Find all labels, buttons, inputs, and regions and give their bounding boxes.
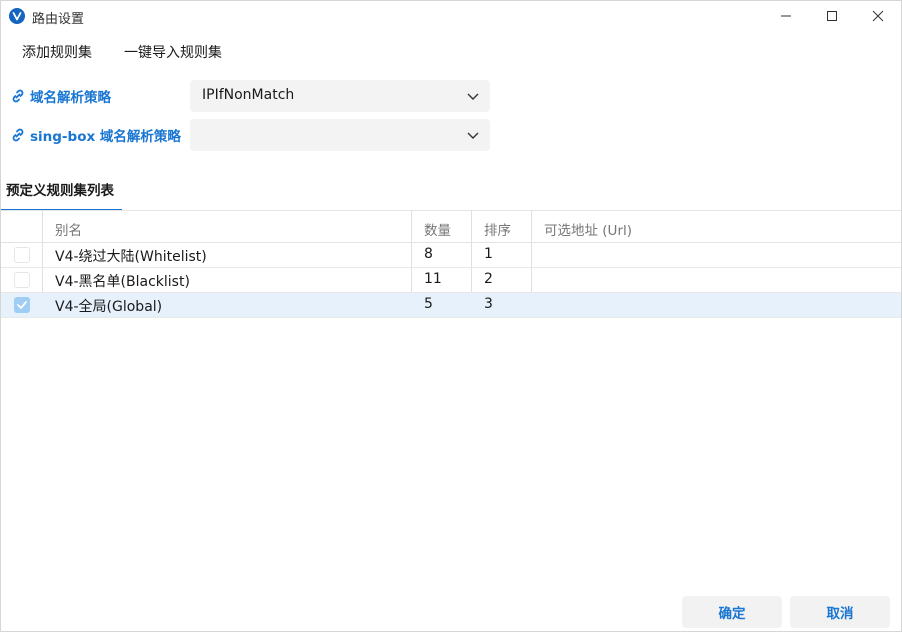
link-icon [10, 88, 26, 104]
singbox-domain-strategy-row: sing-box 域名解析策略 [1, 119, 501, 151]
column-header-url[interactable]: 可选地址 (Url) [544, 211, 632, 243]
cell-name: V4-全局(Global) [55, 299, 163, 315]
close-button[interactable] [855, 1, 901, 31]
row-checkbox[interactable] [14, 247, 30, 263]
window-title: 路由设置 [32, 12, 85, 27]
domain-strategy-select[interactable]: IPIfNonMatch [190, 80, 490, 112]
minimize-button[interactable] [763, 1, 809, 31]
check-icon [17, 301, 27, 309]
routing-settings-window: 路由设置 添加规则集 一键导入规则集 域名解析策略 IPIfNonMatch s… [0, 0, 902, 632]
table-row[interactable]: V4-黑名单(Blacklist) 11 2 [1, 268, 901, 293]
domain-strategy-row: 域名解析策略 IPIfNonMatch [1, 80, 501, 112]
ok-button[interactable]: 确定 [682, 596, 782, 628]
row-checkbox[interactable] [14, 272, 30, 288]
singbox-domain-strategy-select[interactable] [190, 119, 490, 151]
table-header: 别名 数量 排序 可选地址 (Url) [1, 211, 901, 243]
cell-name: V4-黑名单(Blacklist) [55, 274, 190, 290]
minimize-icon [781, 15, 791, 17]
cell-sort: 1 [484, 246, 493, 262]
cell-sort: 2 [484, 271, 493, 287]
column-header-sort[interactable]: 排序 [484, 211, 511, 243]
cell-count: 8 [424, 246, 433, 262]
cell-sort: 3 [484, 296, 493, 312]
domain-strategy-label[interactable]: 域名解析策略 [10, 86, 111, 106]
app-logo-icon [9, 8, 25, 24]
cell-count: 5 [424, 296, 433, 312]
import-ruleset-menu-item[interactable]: 一键导入规则集 [124, 39, 244, 65]
cell-count: 11 [424, 271, 442, 287]
table-row[interactable]: V4-绕过大陆(Whitelist) 8 1 [1, 243, 901, 268]
ruleset-table: 别名 数量 排序 可选地址 (Url) V4-绕过大陆(Whitelist) 8… [1, 211, 901, 318]
add-ruleset-menu-item[interactable]: 添加规则集 [22, 39, 112, 65]
link-icon [10, 127, 26, 143]
column-header-name[interactable]: 别名 [55, 211, 82, 243]
cell-name: V4-绕过大陆(Whitelist) [55, 249, 207, 265]
table-row[interactable]: V4-全局(Global) 5 3 [1, 293, 901, 318]
maximize-button[interactable] [809, 1, 855, 31]
chevron-down-icon [466, 128, 480, 142]
title-bar: 路由设置 [1, 1, 901, 31]
singbox-domain-strategy-label-text: sing-box 域名解析策略 [30, 129, 181, 145]
singbox-domain-strategy-label[interactable]: sing-box 域名解析策略 [10, 125, 181, 145]
tab-label: 预定义规则集列表 [6, 183, 114, 199]
domain-strategy-label-text: 域名解析策略 [30, 90, 111, 106]
domain-strategy-value: IPIfNonMatch [202, 87, 295, 103]
close-icon [872, 10, 884, 22]
cancel-button[interactable]: 取消 [790, 596, 890, 628]
row-checkbox[interactable] [14, 297, 30, 313]
chevron-down-icon [466, 89, 480, 103]
maximize-icon [827, 11, 837, 21]
column-header-count[interactable]: 数量 [424, 211, 451, 243]
tab-predefined-rulesets[interactable]: 预定义规则集列表 [1, 171, 122, 211]
